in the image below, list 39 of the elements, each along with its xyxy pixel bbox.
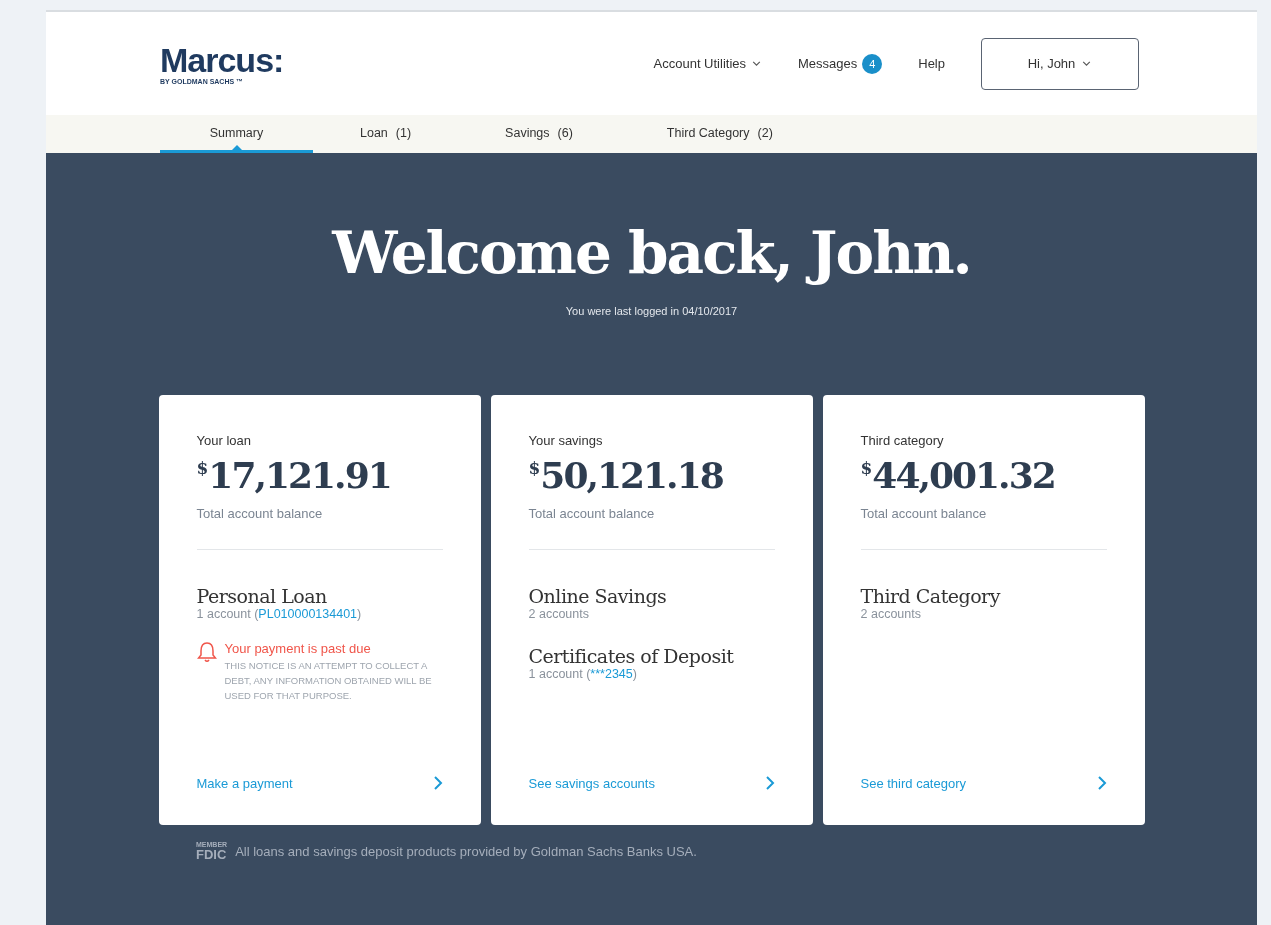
logo-name: Marcus: xyxy=(160,42,284,77)
account-count: 1 account (PL010000134401) xyxy=(196,607,363,621)
chevron-right-icon xyxy=(432,775,443,791)
chevron-right-icon xyxy=(764,775,775,791)
fdic-logo-text: FDIC xyxy=(196,848,228,861)
balance-amount: $^{$}$17,121.91 xyxy=(196,454,392,496)
balance-amount: $^{$}$50,121.18 xyxy=(528,454,724,496)
balance-caption: Total account balance xyxy=(528,506,656,521)
user-menu-button[interactable]: Hi, John xyxy=(981,37,1139,90)
balance-amount: $^{$}$44,001.32 xyxy=(860,454,1056,496)
bell-icon xyxy=(196,641,217,663)
card-label: Your savings xyxy=(528,433,604,448)
tab[interactable]: Loan (1) xyxy=(313,115,459,153)
account-name: Online Savings xyxy=(528,585,668,607)
nav-link[interactable]: Messages 4 xyxy=(798,53,883,74)
account-name: Certificates of Deposit xyxy=(528,645,735,667)
count-badge: 4 xyxy=(862,53,883,74)
balance-caption: Total account balance xyxy=(196,506,324,521)
account-name: Third Category xyxy=(860,585,1002,607)
footer-text: All loans and savings deposit products provided by Goldman Sachs Banks USA. xyxy=(235,843,697,859)
alert-title: Your payment is past due xyxy=(224,641,372,656)
account-count: 2 accounts xyxy=(860,607,922,621)
tab-count: (2) xyxy=(757,125,773,140)
account-count: 2 accounts xyxy=(528,607,590,621)
card-label: Your loan xyxy=(196,433,252,448)
last-login-text: You were last logged in 04/10/2017 xyxy=(565,305,738,317)
tab[interactable]: Savings (6) xyxy=(458,115,620,153)
welcome-title: Welcome back, John. xyxy=(332,219,971,287)
tab[interactable]: Third Category (2) xyxy=(619,115,820,153)
account-name: Personal Loan xyxy=(196,585,328,607)
tab-count: (1) xyxy=(395,125,412,140)
alert-notice: THIS NOTICE IS AN ATTEMPT TO COLLECT A DEBT, ANY INFORMATION OBTAINED WILL BE USED FOR THAT PURPOSE. xyxy=(224,659,433,703)
nav-menu[interactable]: Account Utilities xyxy=(653,56,762,71)
tab-count: (6) xyxy=(557,125,573,140)
nav-link[interactable]: Help xyxy=(918,56,945,71)
card-label: Third category xyxy=(860,433,945,448)
chevron-right-icon xyxy=(1096,775,1107,791)
balance-caption: Total account balance xyxy=(860,506,988,521)
account-count: 1 account (***2345) xyxy=(528,667,638,681)
